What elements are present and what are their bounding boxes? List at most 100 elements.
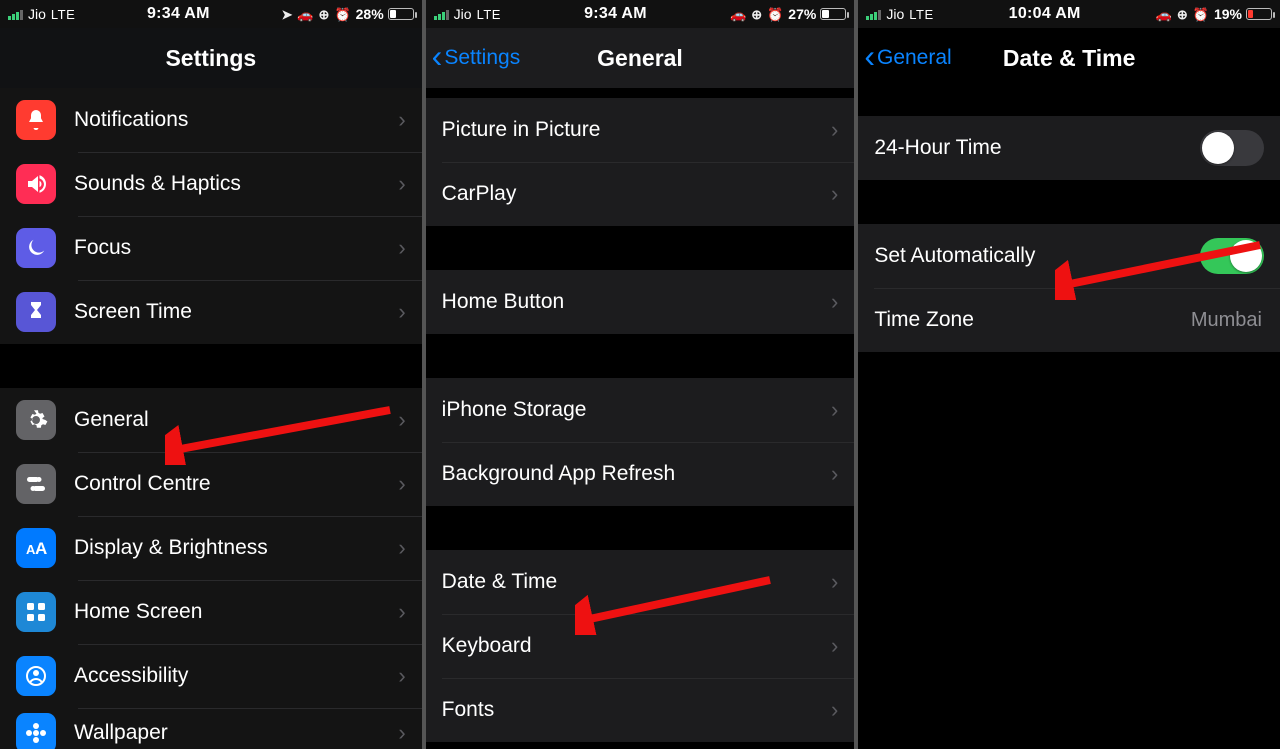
row-label: Picture in Picture bbox=[442, 118, 831, 142]
navbar: ‹Settings General bbox=[426, 28, 855, 88]
settings-group: Picture in Picture›CarPlay› bbox=[426, 98, 855, 226]
row-storage[interactable]: iPhone Storage› bbox=[426, 378, 855, 442]
navbar: ‹General Date & Time bbox=[858, 28, 1280, 88]
row-carplay[interactable]: CarPlay› bbox=[426, 162, 855, 226]
back-button[interactable]: ‹General bbox=[864, 42, 951, 74]
carrier-label: Jio bbox=[28, 6, 46, 22]
carrier-label: Jio bbox=[454, 6, 472, 22]
clock: 10:04 AM bbox=[934, 5, 1156, 23]
flower-icon bbox=[16, 713, 56, 749]
section-gap bbox=[426, 506, 855, 550]
row-fonts[interactable]: Fonts› bbox=[426, 678, 855, 742]
clock: 9:34 AM bbox=[75, 5, 281, 23]
person-icon bbox=[16, 656, 56, 696]
toggles-icon bbox=[16, 464, 56, 504]
row-focus[interactable]: Focus› bbox=[0, 216, 422, 280]
row-label: Home Screen bbox=[74, 600, 398, 624]
signal-icon bbox=[8, 8, 23, 20]
row-tz[interactable]: Time ZoneMumbai bbox=[858, 288, 1280, 352]
row-pip[interactable]: Picture in Picture› bbox=[426, 98, 855, 162]
row-notifications[interactable]: Notifications› bbox=[0, 88, 422, 152]
settings-group: 24-Hour Time bbox=[858, 116, 1280, 180]
hourglass-icon bbox=[16, 292, 56, 332]
battery-percent: 28% bbox=[356, 6, 384, 22]
chevron-right-icon: › bbox=[831, 289, 838, 315]
phone-screenshot-2: JioLTE10:04 AM🚗⊕⏰19%‹GeneralDate & Time2… bbox=[858, 0, 1280, 749]
row-value: Mumbai bbox=[1191, 309, 1262, 332]
row-label: Accessibility bbox=[74, 664, 398, 688]
orientation-lock-icon: ⊕ bbox=[1177, 8, 1188, 21]
signal-icon bbox=[434, 8, 449, 20]
row-label: Wallpaper bbox=[74, 721, 398, 745]
orientation-lock-icon: ⊕ bbox=[319, 8, 330, 21]
section-gap bbox=[0, 344, 422, 388]
back-label: General bbox=[877, 46, 952, 70]
section-gap bbox=[426, 88, 855, 98]
car-icon: 🚗 bbox=[1156, 8, 1172, 21]
row-label: Sounds & Haptics bbox=[74, 172, 398, 196]
row-screentime[interactable]: Screen Time› bbox=[0, 280, 422, 344]
toggle-setauto[interactable] bbox=[1200, 238, 1264, 274]
chevron-right-icon: › bbox=[831, 461, 838, 487]
section-gap bbox=[858, 180, 1280, 224]
chevron-right-icon: › bbox=[831, 633, 838, 659]
row-access[interactable]: Accessibility› bbox=[0, 644, 422, 708]
row-label: Time Zone bbox=[874, 308, 1191, 332]
row-home[interactable]: Home Screen› bbox=[0, 580, 422, 644]
speaker-icon bbox=[16, 164, 56, 204]
chevron-right-icon: › bbox=[398, 535, 405, 561]
section-gap bbox=[426, 226, 855, 270]
toggle-24hour[interactable] bbox=[1200, 130, 1264, 166]
row-label: Focus bbox=[74, 236, 398, 260]
chevron-right-icon: › bbox=[398, 171, 405, 197]
settings-group: Home Button› bbox=[426, 270, 855, 334]
row-label: Control Centre bbox=[74, 472, 398, 496]
section-gap bbox=[426, 334, 855, 378]
row-datetime[interactable]: Date & Time› bbox=[426, 550, 855, 614]
grid-icon bbox=[16, 592, 56, 632]
row-24hour[interactable]: 24-Hour Time bbox=[858, 116, 1280, 180]
row-sounds[interactable]: Sounds & Haptics› bbox=[0, 152, 422, 216]
chevron-right-icon: › bbox=[831, 181, 838, 207]
page-title: Date & Time bbox=[1003, 45, 1136, 72]
battery-percent: 27% bbox=[788, 6, 816, 22]
alarm-icon: ⏰ bbox=[334, 8, 350, 21]
page-title: General bbox=[597, 45, 683, 72]
bell-icon bbox=[16, 100, 56, 140]
battery-icon bbox=[820, 8, 846, 20]
row-label: Fonts bbox=[442, 698, 831, 722]
row-setauto[interactable]: Set Automatically bbox=[858, 224, 1280, 288]
row-control[interactable]: Control Centre› bbox=[0, 452, 422, 516]
battery-percent: 19% bbox=[1214, 6, 1242, 22]
back-label: Settings bbox=[444, 46, 520, 70]
row-bar[interactable]: Background App Refresh› bbox=[426, 442, 855, 506]
chevron-right-icon: › bbox=[831, 569, 838, 595]
row-label: iPhone Storage bbox=[442, 398, 831, 422]
battery-icon bbox=[388, 8, 414, 20]
phone-screenshot-0: JioLTE9:34 AM➤🚗⊕⏰28%SettingsNotification… bbox=[0, 0, 422, 749]
location-icon: ➤ bbox=[281, 8, 292, 21]
chevron-right-icon: › bbox=[398, 471, 405, 497]
car-icon: 🚗 bbox=[297, 8, 313, 21]
section-gap bbox=[858, 88, 1280, 116]
chevron-right-icon: › bbox=[831, 397, 838, 423]
row-general[interactable]: General› bbox=[0, 388, 422, 452]
status-bar: JioLTE9:34 AM➤🚗⊕⏰28% bbox=[0, 0, 422, 28]
row-label: Display & Brightness bbox=[74, 536, 398, 560]
row-label: CarPlay bbox=[442, 182, 831, 206]
network-label: LTE bbox=[477, 7, 501, 22]
row-wallpaper[interactable]: Wallpaper› bbox=[0, 708, 422, 749]
settings-group: Set Automatically Time ZoneMumbai bbox=[858, 224, 1280, 352]
chevron-right-icon: › bbox=[398, 107, 405, 133]
car-icon: 🚗 bbox=[730, 8, 746, 21]
settings-group: Date & Time›Keyboard›Fonts› bbox=[426, 550, 855, 742]
row-label: Keyboard bbox=[442, 634, 831, 658]
row-keyboard[interactable]: Keyboard› bbox=[426, 614, 855, 678]
row-homebtn[interactable]: Home Button› bbox=[426, 270, 855, 334]
row-label: Home Button bbox=[442, 290, 831, 314]
back-button[interactable]: ‹Settings bbox=[432, 42, 521, 74]
row-display[interactable]: Display & Brightness› bbox=[0, 516, 422, 580]
chevron-left-icon: ‹ bbox=[864, 40, 875, 72]
status-bar: JioLTE10:04 AM🚗⊕⏰19% bbox=[858, 0, 1280, 28]
row-label: Set Automatically bbox=[874, 244, 1200, 268]
